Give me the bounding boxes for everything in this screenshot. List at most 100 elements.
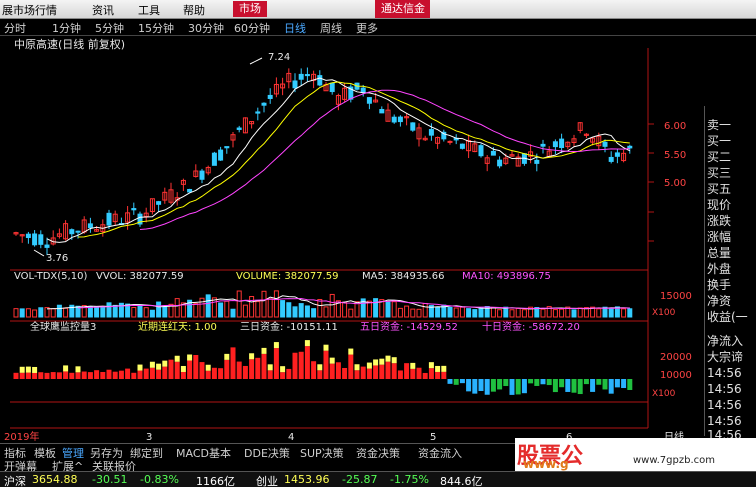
status-sh-amount: 1166亿: [196, 475, 235, 487]
fund-bar-positive: [428, 368, 434, 379]
volume-bar: [280, 300, 286, 318]
candle-body: [199, 170, 205, 180]
volume-bar: [56, 304, 62, 318]
volume-bar: [106, 302, 112, 318]
candle-body: [534, 159, 540, 164]
menu-tools[interactable]: 工具: [138, 2, 160, 18]
fund-bar-peak: [149, 361, 155, 368]
tab-15min[interactable]: 15分钟: [138, 20, 174, 36]
side-buy3[interactable]: 买三: [707, 164, 731, 181]
fund-bar-positive: [391, 363, 397, 379]
fund-bar-positive: [404, 363, 410, 379]
fund-bar-peak: [261, 347, 267, 354]
fund-bar-positive: [242, 365, 248, 379]
fund-bar-peak: [441, 365, 447, 372]
fund-bar-positive: [311, 361, 317, 379]
low-price-label: 3.76: [46, 253, 68, 264]
candle-body: [428, 129, 434, 136]
kline-chart-area[interactable]: 中原高速(日线 前复权) 7.24 3.76 6.00 5.50 5.00 VO…: [0, 36, 704, 444]
tab-weekly[interactable]: 周线: [320, 20, 342, 36]
volume-bar: [373, 298, 379, 318]
menu-market-active[interactable]: 市场: [233, 1, 267, 17]
fund-streak: 近期连红天: 1.00: [138, 320, 217, 333]
fund-bar-positive: [348, 354, 354, 379]
fund-indicator-name: 全球鹰监控量3: [30, 320, 96, 333]
fund-bar-negative: [627, 379, 633, 390]
fund-bar-peak: [162, 360, 168, 367]
volume-bar: [87, 306, 93, 318]
volume-bar: [435, 306, 441, 318]
fund-bar-peak: [187, 354, 193, 361]
x-axis-month-5: 5: [430, 432, 436, 443]
fund-bar-positive: [32, 372, 38, 379]
volume-ma10: MA10: 493896.75: [462, 271, 551, 282]
volume-bar: [627, 308, 633, 318]
volume-bar: [100, 306, 106, 318]
side-sell1[interactable]: 卖一: [707, 116, 731, 133]
menu-market-quotes[interactable]: 展市场行情: [2, 2, 57, 18]
side-buy2[interactable]: 买二: [707, 148, 731, 165]
tab-60min[interactable]: 60分钟: [234, 20, 270, 36]
fund-bar-positive: [261, 353, 267, 379]
volume-bar: [286, 302, 292, 318]
fund-bar-positive: [149, 367, 155, 379]
side-net-inflow: 净流入: [707, 334, 744, 348]
candle-body: [75, 230, 81, 233]
candle-body: [106, 212, 112, 226]
tab-more[interactable]: 更多: [356, 20, 378, 36]
volume-unit: X100: [652, 308, 676, 318]
fund-bar-peak: [19, 366, 25, 373]
fund-bar-peak: [75, 366, 81, 373]
fund-bar-negative: [540, 379, 546, 385]
fund-bar-negative: [472, 379, 478, 394]
fund-bar-positive: [211, 367, 217, 379]
status-sh-name: 沪深: [4, 475, 26, 487]
fund-bar-peak: [385, 355, 391, 362]
fund-bar-positive: [19, 372, 25, 379]
fund-bar-positive: [50, 372, 56, 379]
fund-bar-positive: [218, 368, 224, 379]
fund-bar-peak: [428, 362, 434, 369]
volume-bar: [19, 308, 25, 318]
fund-bar-positive: [373, 365, 379, 379]
quote-side-panel: 卖一 买一 买二 买三 买五 现价 涨跌 涨幅 总量 外盘 换手 净资 收益(一…: [704, 106, 756, 442]
fund-bar-positive: [385, 361, 391, 379]
fund-bar-negative: [552, 379, 558, 393]
menu-help[interactable]: 帮助: [183, 2, 205, 18]
candle-body: [397, 116, 403, 123]
volume-bar: [298, 303, 304, 318]
side-buy5[interactable]: 买五: [707, 180, 731, 197]
volume-y-tick: 15000: [660, 291, 692, 302]
tab-5min[interactable]: 5分钟: [95, 20, 124, 36]
tab-1min[interactable]: 1分钟: [52, 20, 81, 36]
fund-y-tick-20000: 20000: [660, 352, 692, 363]
menu-news[interactable]: 资讯: [92, 2, 114, 18]
fund-bar-negative: [534, 379, 540, 386]
tab-timeshare[interactable]: 分时: [4, 20, 26, 36]
fund-bar-negative: [466, 379, 472, 392]
fund-bar-peak: [323, 344, 329, 351]
fund-bar-negative: [509, 379, 515, 395]
fund-unit: X100: [652, 389, 676, 399]
fund-bar-positive: [63, 371, 69, 379]
fund-bar-negative: [459, 379, 465, 384]
fund-bar-peak: [280, 366, 286, 373]
fund-bar-positive: [323, 350, 329, 379]
candle-body: [447, 140, 453, 143]
tab-30min[interactable]: 30分钟: [188, 20, 224, 36]
fund-bar-positive: [118, 370, 124, 379]
tab-daily[interactable]: 日线: [284, 20, 306, 36]
side-change: 涨跌: [707, 214, 732, 228]
volume-bar: [156, 301, 162, 318]
status-cy-amount: 844.6亿: [440, 475, 483, 487]
fund-bar-positive: [44, 372, 50, 379]
fund-bar-positive: [224, 359, 230, 379]
side-time-4: 14:56: [707, 414, 742, 428]
side-buy1[interactable]: 买一: [707, 132, 731, 149]
fund-bar-positive: [199, 362, 205, 379]
side-outer-volume: 外盘: [707, 262, 732, 276]
candle-body: [360, 87, 366, 93]
candle-body: [552, 141, 558, 148]
fund-bar-peak: [410, 362, 416, 369]
side-time-1: 14:56: [707, 366, 742, 380]
